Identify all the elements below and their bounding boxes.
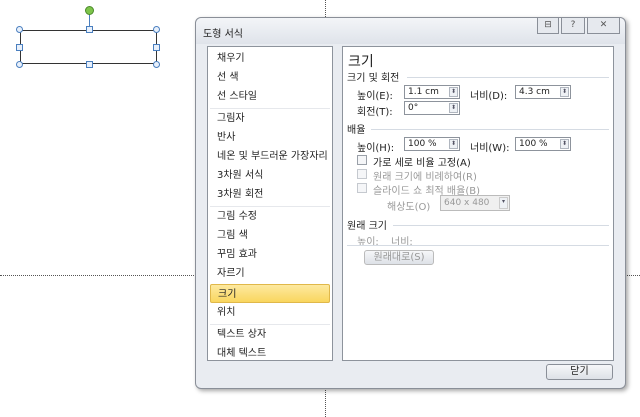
resize-handle[interactable] (153, 61, 160, 68)
section-scale: 배율 (347, 125, 366, 136)
relative-original-checkbox[interactable] (357, 169, 367, 179)
height-label: 높이(E): (357, 91, 393, 102)
width-input[interactable]: 4.3 cm ⬍ (515, 85, 571, 99)
sidebar-item-fill[interactable]: 채우기 (210, 49, 330, 68)
resolution-select[interactable]: 640 x 480 ▾ (440, 195, 510, 211)
spinner-icon[interactable]: ⬍ (449, 87, 458, 97)
sidebar-item-glow[interactable]: 네온 및 부드러운 가장자리 (210, 147, 330, 166)
spinner-icon[interactable]: ⬍ (560, 139, 569, 149)
resize-handle[interactable] (153, 26, 160, 33)
close-icon[interactable]: ✕ (587, 18, 620, 34)
best-scale-checkbox[interactable] (357, 183, 367, 193)
sidebar-item-text-box[interactable]: 텍스트 상자 (210, 325, 330, 344)
minimize-button[interactable]: ⊟ (537, 18, 559, 34)
rotation-value: 0° (408, 103, 419, 113)
sidebar-item-3d-rotation[interactable]: 3차원 회전 (210, 185, 330, 204)
scale-height-value: 100 % (408, 139, 437, 149)
sidebar-item-artistic-effects[interactable]: 꾸밈 효과 (210, 245, 330, 264)
resize-handle[interactable] (16, 44, 23, 51)
panel-heading: 크기 (348, 54, 374, 70)
scale-width-label: 너비(W): (470, 143, 510, 154)
category-list: 채우기 선 색 선 스타일 그림자 반사 네온 및 부드러운 가장자리 3차원 … (207, 46, 333, 361)
sidebar-item-picture-color[interactable]: 그림 색 (210, 226, 330, 245)
resolution-label: 해상도(O) (387, 202, 431, 213)
divider (393, 225, 609, 226)
selected-rectangle-shape[interactable] (20, 30, 157, 64)
scale-height-label: 높이(H): (357, 143, 395, 154)
rotation-label: 회전(T): (357, 107, 393, 118)
resize-handle[interactable] (86, 61, 93, 68)
title-bar: 도형 서식 ⊟ ? ✕ (196, 18, 625, 44)
scale-width-input[interactable]: 100 % ⬍ (515, 137, 571, 151)
close-button[interactable]: 닫기 (546, 364, 613, 380)
spinner-icon[interactable]: ⬍ (560, 87, 569, 97)
help-button[interactable]: ? (561, 18, 585, 34)
width-label: 너비(D): (470, 91, 508, 102)
resize-handle[interactable] (16, 61, 23, 68)
scale-height-input[interactable]: 100 % ⬍ (404, 137, 460, 151)
scale-width-value: 100 % (519, 139, 548, 149)
sidebar-item-shadow[interactable]: 그림자 (210, 109, 330, 128)
width-value: 4.3 cm (519, 87, 550, 97)
spinner-icon[interactable]: ⬍ (449, 139, 458, 149)
rotation-handle[interactable] (85, 6, 94, 15)
sidebar-item-position[interactable]: 위치 (210, 303, 330, 322)
height-value: 1.1 cm (408, 87, 439, 97)
reset-button[interactable]: 원래대로(S) (364, 250, 434, 265)
divider (347, 245, 609, 246)
section-size-rotate: 크기 및 회전 (347, 73, 400, 84)
sidebar-item-alt-text[interactable]: 대체 텍스트 (210, 344, 330, 363)
sidebar-item-line-style[interactable]: 선 스타일 (210, 87, 330, 106)
resize-handle[interactable] (16, 26, 23, 33)
dialog-title: 도형 서식 (203, 29, 243, 40)
resize-handle[interactable] (153, 44, 160, 51)
divider (371, 129, 609, 130)
divider (407, 77, 609, 78)
rotation-input[interactable]: 0° ⬍ (404, 101, 460, 115)
lock-aspect-checkbox[interactable] (357, 155, 367, 165)
chevron-down-icon[interactable]: ▾ (499, 197, 508, 209)
sidebar-item-size[interactable]: 크기 (210, 284, 330, 303)
sidebar-item-line-color[interactable]: 선 색 (210, 68, 330, 87)
resolution-value: 640 x 480 (444, 198, 490, 208)
lock-aspect-label: 가로 세로 비율 고정(A) (373, 158, 471, 169)
height-input[interactable]: 1.1 cm ⬍ (404, 85, 460, 99)
spinner-icon[interactable]: ⬍ (449, 103, 458, 113)
size-panel: 크기 크기 및 회전 높이(E): 1.1 cm ⬍ 너비(D): 4.3 cm ⬍… (342, 46, 614, 361)
resize-handle[interactable] (86, 26, 93, 33)
section-original-size: 원래 크기 (347, 221, 387, 232)
relative-original-label: 원래 크기에 비례하여(R) (373, 172, 477, 183)
format-shape-dialog: 도형 서식 ⊟ ? ✕ 채우기 선 색 선 스타일 그림자 반사 네온 및 부드… (195, 17, 626, 389)
sidebar-item-picture-corrections[interactable]: 그림 수정 (210, 207, 330, 226)
sidebar-item-crop[interactable]: 자르기 (210, 264, 330, 283)
sidebar-item-reflection[interactable]: 반사 (210, 128, 330, 147)
sidebar-item-3d-format[interactable]: 3차원 서식 (210, 166, 330, 185)
